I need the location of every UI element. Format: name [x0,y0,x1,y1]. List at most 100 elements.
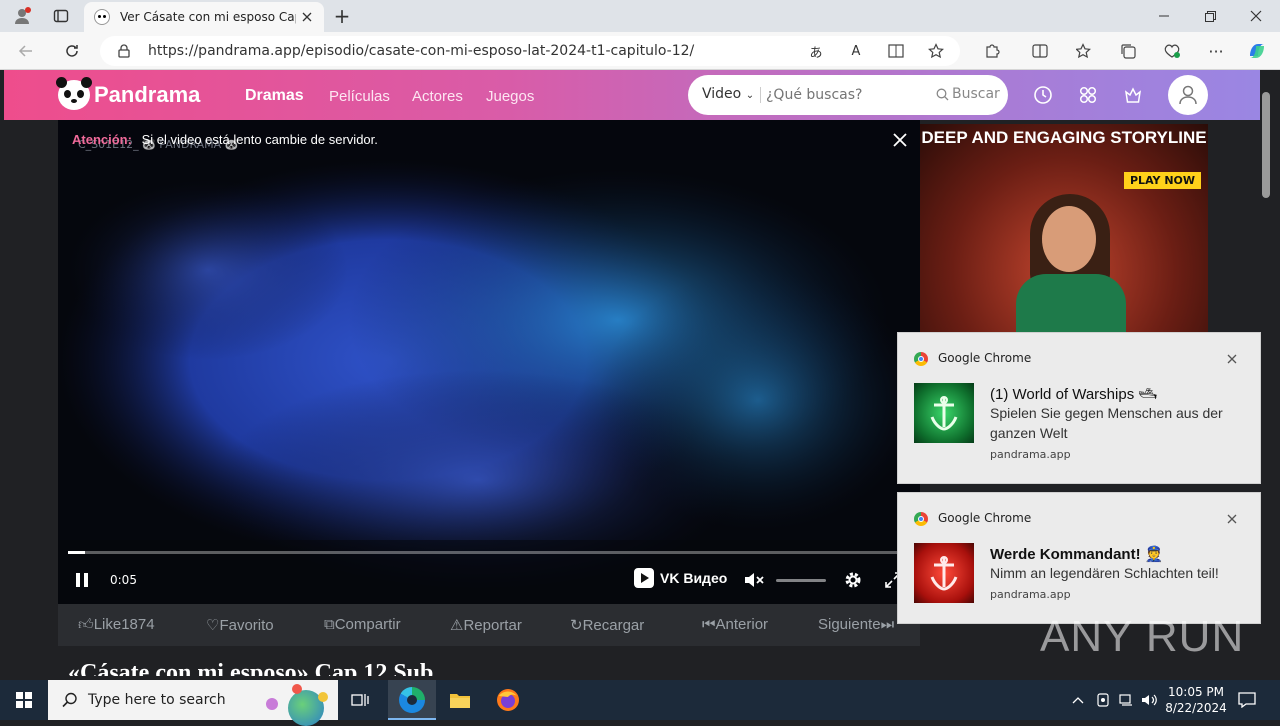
vk-video-brand[interactable]: VK Видео [634,568,727,588]
next-label: Siguiente [818,616,881,633]
notification-body: Nimm an legendären Schlachten teil! [990,565,1219,581]
search-type-label: Video [702,86,742,102]
tab-actions-icon[interactable] [48,4,74,28]
security-icon[interactable] [1094,690,1112,710]
edge-icon [399,687,425,713]
favorite-star-icon[interactable] [926,42,946,60]
categories-icon[interactable] [1077,84,1099,106]
notification-app-name: Google Chrome [938,351,1032,365]
chrome-notification-2[interactable]: Google Chrome Werde Kommandant! 👮 Nimm a… [897,492,1261,624]
network-icon[interactable] [1118,690,1136,710]
muted-volume-icon[interactable] [742,570,766,590]
history-icon[interactable] [1032,84,1054,106]
reload-button[interactable]: ↻Recargar [570,616,644,634]
split-screen-icon[interactable] [1028,40,1052,62]
panda-favicon-icon [94,9,110,25]
copilot-icon[interactable] [1244,39,1270,63]
notice-text: Si el video está lento cambie de servido… [141,132,378,147]
taskbar-search-placeholder: Type here to search [88,692,226,708]
notification-center-icon[interactable] [1236,689,1258,711]
report-button[interactable]: ⚠︎Reportar [450,616,522,634]
windows-start-icon[interactable] [0,680,48,720]
clock-time: 10:05 PM [1168,685,1224,699]
translate-icon[interactable]: あ [806,42,826,61]
volume-icon[interactable] [1140,690,1160,710]
notification-source: pandrama.app [990,448,1071,461]
taskbar-edge[interactable] [388,680,436,720]
nav-dramas[interactable]: Dramas [245,87,304,105]
close-window-icon[interactable] [1242,4,1270,28]
browser-tab-bar: Ver Cásate con mi esposo Capítulo + [0,0,1280,32]
notification-title: (1) World of Warships 🛥 [990,386,1158,403]
active-tab[interactable]: Ver Cásate con mi esposo Capítulo [84,2,324,32]
settings-gear-icon[interactable] [842,569,864,591]
thumbs-up-icon: 👍︎ [78,616,94,633]
like-button[interactable]: 👍︎Like1874 [78,616,155,634]
more-options-icon[interactable]: ··· [1204,40,1228,62]
minimize-icon[interactable] [1150,4,1178,28]
back-icon[interactable] [14,40,38,62]
close-notice-icon[interactable] [890,130,910,150]
scrollbar-thumb[interactable] [1262,92,1270,198]
nav-peliculas[interactable]: Películas [329,88,390,105]
file-explorer-icon[interactable] [446,688,474,712]
panda-logo-icon [56,77,92,110]
close-notification-icon[interactable] [1224,351,1240,367]
like-label: Like1874 [93,616,155,633]
notification-title: Werde Kommandant! 👮 [990,546,1164,563]
ad-headline: DEEP AND ENGAGING STORYLINE [921,128,1207,147]
collections-icon[interactable] [1116,40,1140,62]
browser-essentials-icon[interactable] [1160,40,1184,62]
ranking-crown-icon[interactable] [1122,84,1144,106]
progress-fill [68,551,85,554]
firefox-icon[interactable] [494,687,522,713]
taskbar-clock[interactable]: 10:05 PM 8/22/2024 [1164,684,1228,716]
read-aloud-icon[interactable]: A [846,42,866,60]
nav-actores[interactable]: Actores [412,88,463,105]
chevron-up-icon[interactable] [1070,690,1086,710]
close-tab-icon[interactable] [298,8,316,26]
taskbar-search[interactable]: Type here to search [48,680,338,726]
search-button-label: Buscar [952,86,1000,102]
favorites-icon[interactable] [1072,40,1096,62]
notification-body: Spielen Sie gegen Menschen aus der ganze… [990,405,1223,441]
progress-bar[interactable] [68,551,910,554]
user-icon [1179,85,1197,105]
close-notification-icon[interactable] [1224,511,1240,527]
profile-icon[interactable] [8,4,36,28]
search-input[interactable] [766,83,926,107]
url-text: https://pandrama.app/episodio/casate-con… [148,43,695,59]
task-view-icon[interactable] [346,688,374,712]
video-player[interactable]: C_S01E12_ 🐼 PANDRAMA 🐼 Atención: Si el v… [58,120,920,604]
search-type-select[interactable]: Video ⌄ [702,86,754,102]
share-button[interactable]: ⧉Compartir [324,616,401,633]
search-button[interactable]: Buscar [936,86,1000,102]
user-avatar[interactable] [1168,75,1208,115]
immersive-reader-icon[interactable] [886,42,906,60]
next-button[interactable]: Siguiente⏭︎ [818,616,894,633]
episode-title: «Cásate con mi esposo» Cap 12 Sub [68,660,434,676]
address-bar[interactable]: https://pandrama.app/episodio/casate-con… [100,36,960,66]
refresh-icon[interactable] [60,40,84,62]
lock-icon[interactable] [116,43,132,59]
previous-button[interactable]: ⏮︎Anterior [702,616,768,633]
nav-juegos[interactable]: Juegos [486,88,534,105]
volume-slider[interactable] [776,579,826,582]
site-logo[interactable]: Pandrama [56,77,201,110]
ad-character-face [1042,206,1096,272]
chevron-down-icon: ⌄ [745,90,755,101]
ad-cta-button[interactable]: PLAY NOW [1124,172,1202,189]
extensions-icon[interactable] [980,40,1004,62]
site-logo-text: Pandrama [94,82,201,107]
favorite-button[interactable]: ♡Favorito [206,616,274,634]
chrome-notification-1[interactable]: Google Chrome (1) World of Warships 🛥 Sp… [897,332,1261,484]
search-icon [62,692,77,708]
reload-label: Recargar [582,617,645,634]
heart-icon: ♡ [206,617,220,634]
notice-label: Atención: [72,132,132,147]
ad-banner[interactable]: DEEP AND ENGAGING STORYLINE PLAY NOW [920,124,1208,334]
restore-icon[interactable] [1196,4,1224,28]
pause-icon[interactable] [72,570,92,590]
new-tab-button[interactable]: + [330,4,354,28]
alert-icon: ⚠︎ [450,617,464,634]
